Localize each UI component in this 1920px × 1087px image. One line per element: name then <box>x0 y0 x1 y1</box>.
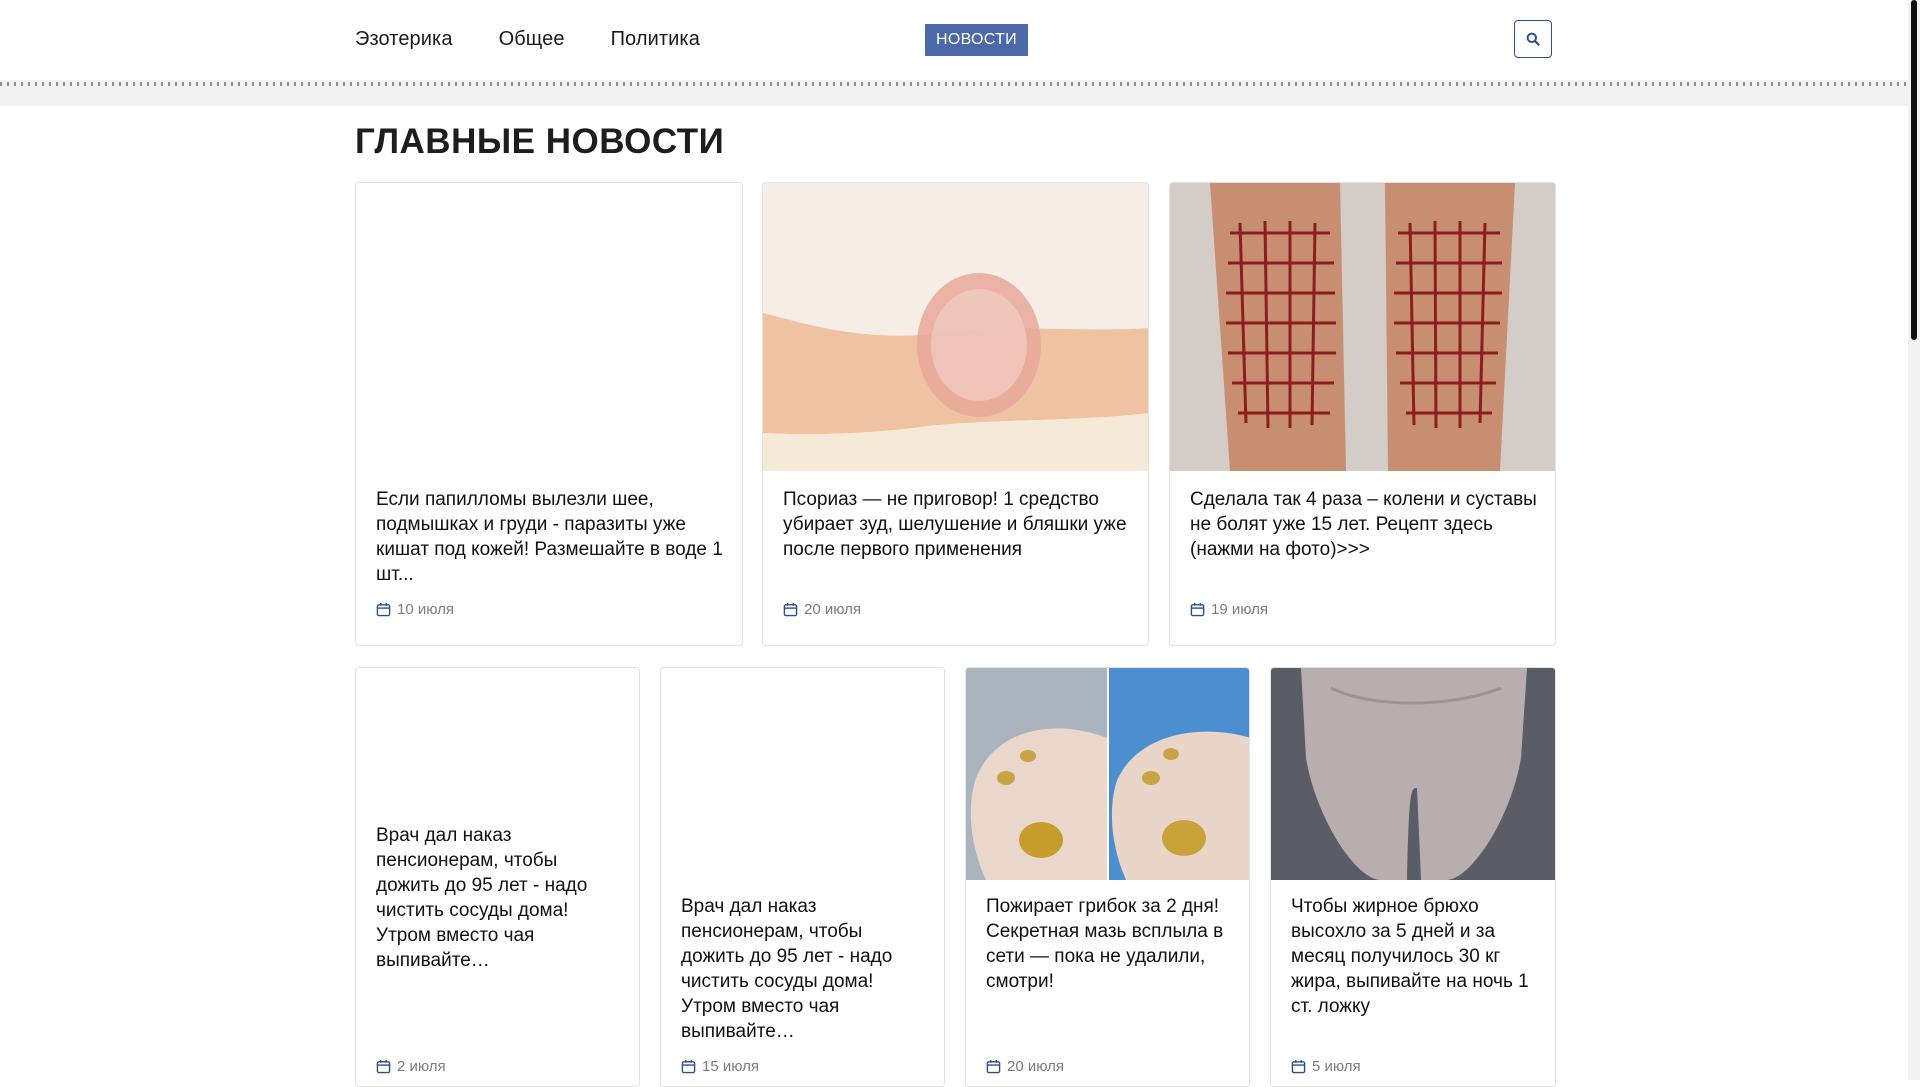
toenail-fungus-photo <box>966 668 1249 880</box>
news-card[interactable]: Псориаз — не приговор! 1 средство убирае… <box>762 182 1149 646</box>
page-title: ГЛАВНЫЕ НОВОСТИ <box>355 122 725 161</box>
scrollbar-thumb[interactable] <box>1911 0 1917 340</box>
card-headline[interactable]: Пожирает грибок за 2 дня! Секретная мазь… <box>986 894 1231 994</box>
card-date: 20 июля <box>783 601 861 618</box>
card-date: 15 июля <box>681 1058 759 1075</box>
card-date: 19 июля <box>1190 601 1268 618</box>
news-card[interactable]: Пожирает грибок за 2 дня! Секретная мазь… <box>965 667 1250 1087</box>
thighs-photo <box>1271 668 1555 880</box>
card-headline[interactable]: Псориаз — не приговор! 1 средство убирае… <box>783 487 1130 562</box>
card-date-text: 19 июля <box>1211 601 1269 618</box>
card-headline[interactable]: Сделала так 4 раза – колени и суставы не… <box>1190 487 1537 562</box>
card-date-text: 15 июля <box>702 1058 760 1075</box>
card-headline[interactable]: Если папилломы вылезли шее, подмышках и … <box>376 487 724 587</box>
knees-photo <box>1170 183 1555 471</box>
search-button[interactable] <box>1514 20 1552 58</box>
card-headline[interactable]: Врач дал наказ пенсионерам, чтобы дожить… <box>376 823 621 973</box>
nav-item-esoterics[interactable]: Эзотерика <box>355 28 453 51</box>
calendar-icon <box>1190 602 1205 617</box>
calendar-icon <box>376 1059 391 1074</box>
psoriasis-photo <box>763 183 1148 471</box>
card-image[interactable] <box>1271 668 1555 880</box>
card-date-text: 20 июля <box>1007 1058 1065 1075</box>
card-date: 5 июля <box>1291 1058 1361 1075</box>
card-date-text: 2 июля <box>397 1058 446 1075</box>
card-image[interactable] <box>356 183 742 471</box>
nav-item-politics[interactable]: Политика <box>611 28 700 51</box>
calendar-icon <box>1291 1059 1306 1074</box>
card-date-text: 20 июля <box>804 601 862 618</box>
news-card[interactable]: Сделала так 4 раза – колени и суставы не… <box>1169 182 1556 646</box>
card-date: 10 июля <box>376 601 454 618</box>
card-image[interactable] <box>763 183 1148 471</box>
card-image[interactable] <box>1170 183 1555 471</box>
card-image[interactable] <box>661 668 944 878</box>
search-icon <box>1526 32 1540 46</box>
card-image[interactable] <box>966 668 1249 880</box>
card-date-text: 5 июля <box>1312 1058 1361 1075</box>
card-headline[interactable]: Врач дал наказ пенсионерам, чтобы дожить… <box>681 894 926 1044</box>
card-image[interactable] <box>356 668 639 808</box>
site-header: Эзотерика Общее Политика НОВОСТИ <box>0 0 1908 80</box>
news-card[interactable]: Если папилломы вылезли шее, подмышках и … <box>355 182 743 646</box>
calendar-icon <box>783 602 798 617</box>
card-date: 2 июля <box>376 1058 446 1075</box>
news-badge[interactable]: НОВОСТИ <box>925 24 1028 56</box>
calendar-icon <box>986 1059 1001 1074</box>
calendar-icon <box>376 602 391 617</box>
news-card[interactable]: Врач дал наказ пенсионерам, чтобы дожить… <box>660 667 945 1087</box>
header-divider <box>0 80 1908 106</box>
calendar-icon <box>681 1059 696 1074</box>
card-date-text: 10 июля <box>397 601 455 618</box>
main-nav: Эзотерика Общее Политика <box>355 28 700 51</box>
nav-item-general[interactable]: Общее <box>499 28 565 51</box>
card-headline[interactable]: Чтобы жирное брюхо высохло за 5 дней и з… <box>1291 894 1537 1019</box>
news-card[interactable]: Врач дал наказ пенсионерам, чтобы дожить… <box>355 667 640 1087</box>
card-date: 20 июля <box>986 1058 1064 1075</box>
news-card[interactable]: Чтобы жирное брюхо высохло за 5 дней и з… <box>1270 667 1556 1087</box>
